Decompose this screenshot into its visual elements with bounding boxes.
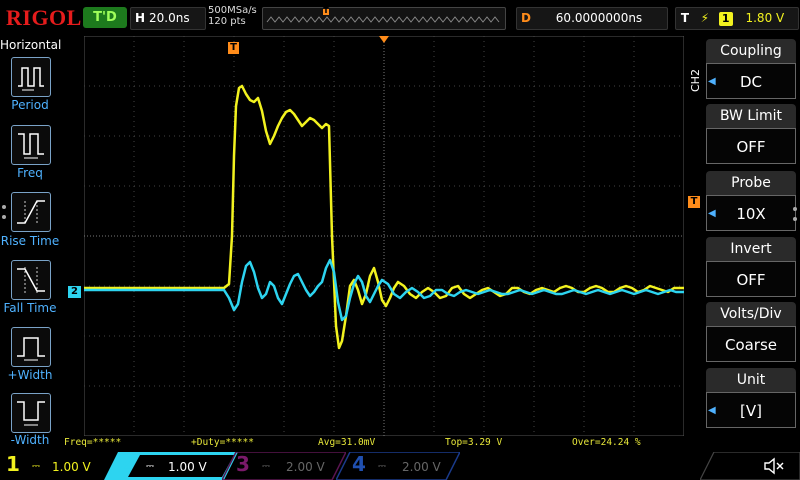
- negative-width-button[interactable]: [11, 393, 51, 433]
- volts-div-value[interactable]: Coarse: [706, 326, 796, 362]
- coupling-header: Coupling: [706, 39, 796, 63]
- trigger-level-value: 1.80 V: [745, 11, 785, 25]
- period-label: Period: [11, 98, 49, 112]
- probe-arrow-icon: ◀: [708, 208, 716, 219]
- measurement-duty: +Duty=*****: [191, 437, 254, 448]
- rise-time-label: Rise Time: [0, 234, 60, 248]
- volts-div-header: Volts/Div: [706, 302, 796, 326]
- timebase-indicator[interactable]: H 20.0ns: [130, 7, 206, 30]
- ch2-scale[interactable]: ⎓ 1.00 V: [140, 455, 230, 479]
- rise-time-icon: [17, 200, 45, 225]
- delay-indicator[interactable]: D 60.0000000ns: [516, 7, 668, 30]
- probe-value[interactable]: 10X: [706, 195, 796, 231]
- positive-width-button[interactable]: [11, 327, 51, 367]
- delay-value: 60.0000000ns: [555, 11, 643, 25]
- dc-coupling-icon: ⎓: [146, 461, 154, 472]
- submenu-dot-icon: [793, 207, 797, 211]
- dc-coupling-icon: ⎓: [378, 461, 386, 472]
- sample-rate: 500MSa/s: [208, 5, 257, 16]
- unit-arrow-icon: ◀: [708, 405, 716, 416]
- submenu-dot-icon: [2, 205, 6, 209]
- ch1-number[interactable]: 1: [6, 452, 20, 476]
- brand-logo: RIGOL: [6, 5, 82, 30]
- fall-time-button[interactable]: [11, 260, 51, 300]
- measurement-over: Over=24.24 %: [572, 437, 641, 448]
- ch1-scale[interactable]: ⎓ 1.00 V: [24, 455, 104, 479]
- trigger-position-marker[interactable]: T: [228, 42, 239, 54]
- probe-header: Probe: [706, 171, 796, 195]
- invert-header: Invert: [706, 237, 796, 261]
- negative-width-icon: [17, 401, 45, 426]
- positive-width-icon: [17, 337, 45, 361]
- measurement-freq: Freq=*****: [64, 437, 122, 448]
- channel-tag: CH2: [689, 69, 702, 92]
- memory-trigger-letter: T: [323, 6, 329, 15]
- negative-width-label: -Width: [10, 433, 50, 447]
- acquisition-info: 500MSa/s 120 pts: [208, 5, 257, 27]
- memory-waveform-preview: [266, 9, 500, 23]
- waveform-display[interactable]: [84, 36, 684, 436]
- unit-value[interactable]: [V]: [706, 392, 796, 428]
- ch3-scale-value: 2.00 V: [286, 460, 325, 474]
- invert-value[interactable]: OFF: [706, 261, 796, 297]
- fall-time-icon: [17, 267, 45, 293]
- period-icon: [18, 67, 44, 91]
- ch2-scale-value: 1.00 V: [168, 460, 207, 474]
- ch2-number[interactable]: 2: [118, 452, 132, 476]
- ch4-number[interactable]: 4: [352, 452, 366, 476]
- timebase-value: 20.0ns: [149, 11, 190, 25]
- measurement-avg: Avg=31.0mV: [318, 437, 376, 448]
- positive-width-label: +Width: [7, 368, 53, 382]
- unit-header: Unit: [706, 368, 796, 392]
- ch3-scale[interactable]: ⎓ 2.00 V: [254, 455, 334, 479]
- freq-label: Freq: [17, 166, 43, 180]
- bw-limit-value[interactable]: OFF: [706, 128, 796, 164]
- submenu-dot-icon: [793, 217, 797, 221]
- measurement-top: Top=3.29 V: [445, 437, 503, 448]
- trigger-source-badge: 1: [718, 12, 733, 26]
- memory-position-bar[interactable]: T: [262, 6, 506, 30]
- coupling-value[interactable]: DC: [706, 63, 796, 99]
- submenu-dot-icon: [2, 215, 6, 219]
- ch2-ground-marker[interactable]: 2: [68, 286, 81, 298]
- center-position-marker-icon: [379, 36, 389, 43]
- measurement-bar: Freq=***** +Duty=***** Avg=31.0mV Top=3.…: [60, 437, 686, 450]
- memory-depth: 120 pts: [208, 16, 246, 27]
- rise-time-button[interactable]: [11, 192, 51, 232]
- rising-edge-icon: ⚡: [700, 11, 710, 25]
- menu-title: Horizontal: [0, 38, 62, 52]
- trigger-indicator[interactable]: T ⚡ 1 1.80 V: [675, 7, 799, 30]
- ch4-scale-value: 2.00 V: [402, 460, 441, 474]
- freq-icon: [18, 133, 44, 159]
- coupling-arrow-icon: ◀: [708, 76, 716, 87]
- period-button[interactable]: [11, 57, 51, 97]
- delay-letter: D: [521, 11, 531, 25]
- bw-limit-header: BW Limit: [706, 104, 796, 128]
- run-state-badge[interactable]: T'D: [83, 7, 127, 28]
- ch4-scale[interactable]: ⎓ 2.00 V: [370, 455, 450, 479]
- fall-time-label: Fall Time: [3, 301, 57, 315]
- ch1-scale-value: 1.00 V: [52, 460, 91, 474]
- trigger-letter: T: [680, 11, 690, 25]
- dc-coupling-icon: ⎓: [32, 461, 40, 472]
- timebase-letter: H: [134, 11, 146, 25]
- speaker-muted-icon[interactable]: [762, 456, 786, 476]
- ch3-number[interactable]: 3: [236, 452, 250, 476]
- dc-coupling-icon: ⎓: [262, 461, 270, 472]
- freq-button[interactable]: [11, 125, 51, 165]
